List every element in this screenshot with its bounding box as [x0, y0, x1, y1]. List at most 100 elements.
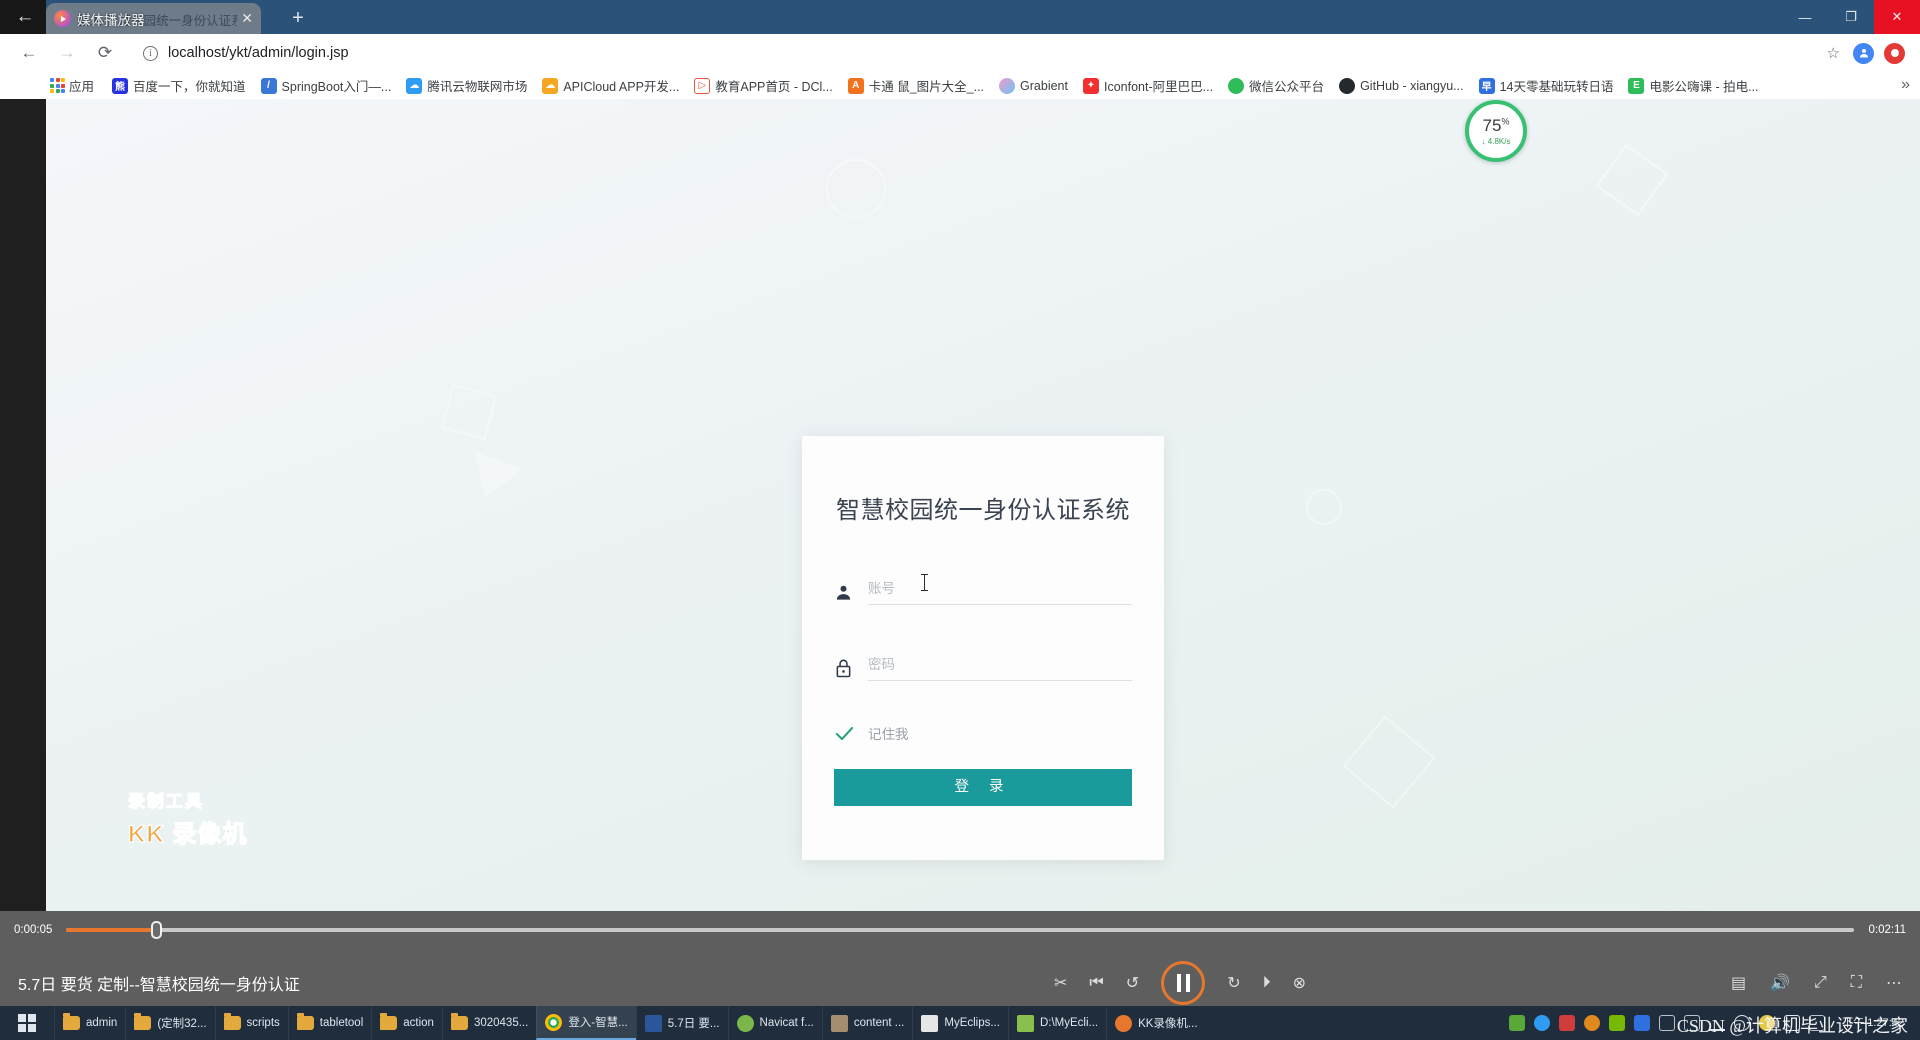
volume-icon[interactable]: 🔊 [1770, 973, 1790, 993]
bookmark-star-icon[interactable]: ☆ [1827, 44, 1840, 62]
screenshot-icon[interactable]: ▤ [1731, 973, 1746, 993]
username-input[interactable]: 账号 [868, 574, 1132, 605]
tab-close-icon[interactable]: ✕ [237, 10, 253, 27]
forward-icon[interactable]: ↻ [1227, 973, 1240, 993]
usb-tray-icon[interactable] [1659, 1015, 1676, 1031]
bookmarks-overflow-icon[interactable]: » [1901, 76, 1910, 94]
toolbar-actions: ☆ [1819, 42, 1910, 64]
apps-grid-icon[interactable] [50, 78, 65, 93]
network-speed-widget[interactable]: 75% ↓ 4.8K/s [1465, 100, 1527, 162]
browser-tab[interactable]: 登入-智慧校园统一身份认证系统 媒体播放器 ✕ [46, 3, 261, 34]
taskbar-item-myeclipse[interactable]: MyEclips... [912, 1006, 1008, 1040]
bg-decor-triangle [460, 451, 524, 507]
taskbar-item-chrome[interactable]: 登入-智慧... [536, 1006, 636, 1040]
bookmark-item[interactable]: ☁ 腾讯云物联网市场 [406, 76, 527, 95]
taskbar-item-explorer[interactable]: D:\MyEcli... [1007, 1006, 1106, 1040]
reload-icon[interactable]: ⟳ [90, 38, 120, 68]
bookmark-item[interactable]: E 电影公嗨课 - 拍电... [1628, 76, 1759, 95]
update-tray-icon[interactable] [1584, 1015, 1601, 1031]
seek-slider[interactable] [66, 921, 1855, 939]
previous-icon[interactable]: ⏮ [1089, 974, 1103, 992]
window-close-button[interactable]: ✕ [1874, 0, 1920, 34]
browser-tray-icon[interactable] [1534, 1015, 1551, 1031]
app-tray-icon[interactable] [1509, 1015, 1526, 1031]
bookmark-item[interactable]: GitHub - xiangyu... [1339, 77, 1464, 94]
password-placeholder: 密码 [868, 657, 895, 672]
cut-icon[interactable]: ✂ [1054, 973, 1067, 993]
github-icon [1339, 77, 1356, 94]
forward-icon[interactable]: → [52, 38, 82, 68]
baidu-icon: 熊 [112, 77, 129, 94]
taskbar-item-label: MyEclips... [944, 1017, 1000, 1029]
bookmark-item[interactable]: 早 14天零基础玩转日语 [1478, 76, 1614, 95]
taskbar-item-content[interactable]: content ... [821, 1006, 913, 1040]
address-bar[interactable]: i localhost/ykt/admin/login.jsp [132, 39, 1819, 67]
bookmark-item[interactable]: / SpringBoot入门—... [260, 76, 392, 95]
fullscreen-icon[interactable]: ⛶ [1851, 974, 1862, 992]
speed-rate: ↓ 4.8K/s [1481, 136, 1511, 146]
bookmark-label: 14天零基础玩转日语 [1499, 80, 1614, 94]
taskbar-item-action[interactable]: action [371, 1006, 442, 1040]
site-info-icon[interactable]: i [143, 45, 158, 61]
bookmark-item[interactable]: ☁ APICloud APP开发... [542, 76, 679, 95]
password-input[interactable]: 密码 [868, 653, 1132, 681]
back-icon[interactable]: ← [14, 38, 44, 68]
editor-icon [830, 1014, 848, 1032]
check-icon[interactable] [834, 725, 864, 742]
taskbar-item-word[interactable]: 5.7日 要... [635, 1006, 728, 1040]
taskbar-item-3020435[interactable]: 3020435... [441, 1006, 536, 1040]
bookmark-item[interactable]: Grabient [999, 77, 1068, 94]
bookmark-item[interactable]: ✦ Iconfont-阿里巴巴... [1082, 76, 1213, 95]
taskbar-item-custom32[interactable]: (定制32... [125, 1006, 214, 1040]
person-icon [834, 579, 864, 605]
folder-icon [450, 1013, 468, 1030]
window-minimize-button[interactable]: — [1782, 0, 1828, 34]
seek-handle[interactable] [150, 921, 162, 939]
rewind-icon[interactable]: ↺ [1126, 973, 1139, 993]
screen: ← 登入-智慧校园统一身份认证系统 媒体播放器 ✕ + — ❐ ✕ ← → ⟳ … [0, 0, 1920, 1040]
window-maximize-button[interactable]: ❐ [1828, 0, 1874, 34]
taskbar-item-label: 5.7日 要... [667, 1018, 720, 1030]
stop-icon[interactable]: ⊗ [1293, 973, 1306, 993]
bg-decor-circle [817, 150, 895, 228]
media-player-bar: 0:00:05 0:02:11 5.7日 要货 定制--智慧校园统一身份认证 ✂… [0, 911, 1920, 1006]
bookmark-item[interactable]: A 卡通 鼠_图片大全_... [847, 76, 984, 95]
window-back-icon[interactable]: ← [12, 4, 38, 30]
bookmark-label: SpringBoot入门—... [281, 80, 392, 94]
login-button[interactable]: 登 录 [834, 769, 1132, 806]
taskbar-item-label: admin [86, 1017, 118, 1029]
taskbar-item-admin[interactable]: admin [54, 1006, 125, 1040]
taskbar-item-kk-recorder[interactable]: KK录像机... [1106, 1006, 1205, 1040]
taskbar-item-navicat[interactable]: Navicat f... [727, 1006, 822, 1040]
bookmark-label: 微信公众平台 [1249, 80, 1325, 94]
bluetooth-tray-icon[interactable] [1634, 1015, 1651, 1031]
taskbar-item-scripts[interactable]: scripts [214, 1006, 288, 1040]
grabient-icon [999, 77, 1016, 94]
windows-logo-icon [18, 1014, 36, 1032]
bookmark-item[interactable]: 熊 百度一下，你就知道 [112, 76, 246, 95]
pause-button[interactable] [1161, 960, 1206, 1005]
remember-me-row[interactable]: 记住我 [834, 723, 1132, 743]
more-options-icon[interactable]: ⋯ [1886, 973, 1902, 993]
bookmark-label: APICloud APP开发... [563, 80, 680, 94]
taskbar-item-label: (定制32... [157, 1018, 207, 1030]
taskbar-item-tabletool[interactable]: tabletool [287, 1006, 371, 1040]
address-bar-url: localhost/ykt/admin/login.jsp [168, 45, 349, 61]
new-tab-button[interactable]: + [285, 6, 311, 32]
bg-decor-square [440, 383, 498, 441]
recorder-watermark-line2: KK 录像机 [127, 820, 248, 848]
username-placeholder: 账号 [868, 581, 895, 596]
folder-icon [296, 1013, 314, 1030]
bookmark-item[interactable]: ▷ 教育APP首页 - DCl... [694, 76, 833, 95]
profile-avatar[interactable] [1853, 42, 1874, 64]
bookmark-item[interactable]: 微信公众平台 [1228, 76, 1324, 95]
username-field-row[interactable]: 账号 [834, 571, 1132, 605]
start-button[interactable] [0, 1006, 54, 1040]
password-field-row[interactable]: 密码 [834, 647, 1132, 681]
nvidia-tray-icon[interactable] [1609, 1015, 1626, 1031]
expand-icon[interactable]: ⤢ [1814, 974, 1827, 992]
extension-icon[interactable] [1884, 42, 1905, 64]
japanese-course-icon: 早 [1478, 77, 1495, 94]
next-icon[interactable]: ⏵ [1263, 974, 1271, 992]
security-tray-icon[interactable] [1559, 1015, 1576, 1031]
